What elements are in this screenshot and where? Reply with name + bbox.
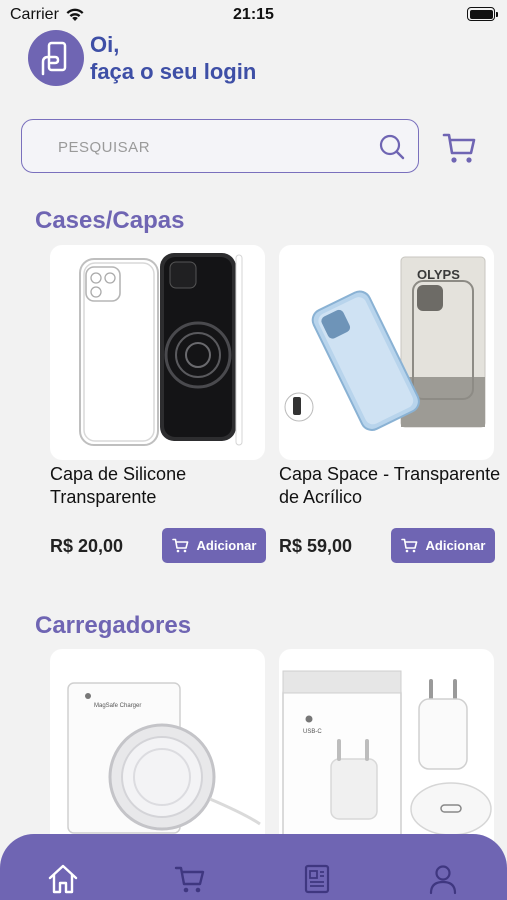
product-image-capa-silicone[interactable]	[50, 245, 265, 460]
add-to-cart-button[interactable]: Adicionar	[162, 528, 266, 563]
product-box-brand: OLYPS	[417, 267, 460, 282]
search-input[interactable]	[58, 132, 358, 162]
section-title-cases: Cases/Capas	[35, 207, 185, 234]
product-price: R$ 59,00	[279, 536, 353, 556]
add-button-label: Adicionar	[425, 538, 486, 553]
section-title-chargers: Carregadores	[35, 612, 192, 639]
magsafe-box-label: MagSafe Charger	[94, 703, 141, 709]
cart-icon	[171, 538, 188, 553]
nav-profile[interactable]	[424, 860, 462, 898]
cart-icon	[400, 538, 417, 553]
battery-icon	[467, 7, 498, 21]
nav-home[interactable]	[44, 860, 82, 898]
greeting-line-2: faça o seu login	[90, 59, 257, 84]
add-button-label: Adicionar	[196, 538, 257, 553]
search-icon[interactable]	[378, 133, 406, 161]
login-avatar[interactable]	[28, 30, 84, 86]
product-image-usbc-adapter[interactable]: USB-C	[279, 649, 494, 864]
login-header[interactable]: Oi, faça o seu login	[28, 30, 256, 86]
login-greeting[interactable]: Oi, faça o seu login	[90, 31, 256, 85]
cart-icon[interactable]	[442, 130, 478, 166]
nav-news[interactable]	[298, 860, 336, 898]
nav-cart[interactable]	[171, 860, 209, 898]
bottom-navigation	[0, 834, 507, 900]
home-icon	[48, 864, 78, 894]
add-to-cart-button[interactable]: Adicionar	[391, 528, 495, 563]
greeting-line-1: Oi,	[90, 32, 120, 57]
product-name[interactable]: Capa Space - Transparente de Acrílico	[279, 463, 504, 509]
phone-hand-icon	[41, 41, 67, 76]
user-icon	[429, 865, 457, 895]
news-icon	[304, 864, 330, 894]
usbc-box-label: USB-C	[303, 729, 322, 735]
status-bar: Carrier 21:15	[0, 0, 507, 30]
product-image-magsafe[interactable]: MagSafe Charger	[50, 649, 265, 864]
cart-icon	[174, 866, 205, 893]
product-price: R$ 20,00	[50, 536, 124, 556]
product-image-capa-space[interactable]: OLYPS	[279, 245, 494, 460]
product-name[interactable]: Capa de Silicone Transparente	[50, 463, 275, 509]
search-bar	[21, 119, 419, 173]
status-time: 21:15	[233, 6, 274, 23]
